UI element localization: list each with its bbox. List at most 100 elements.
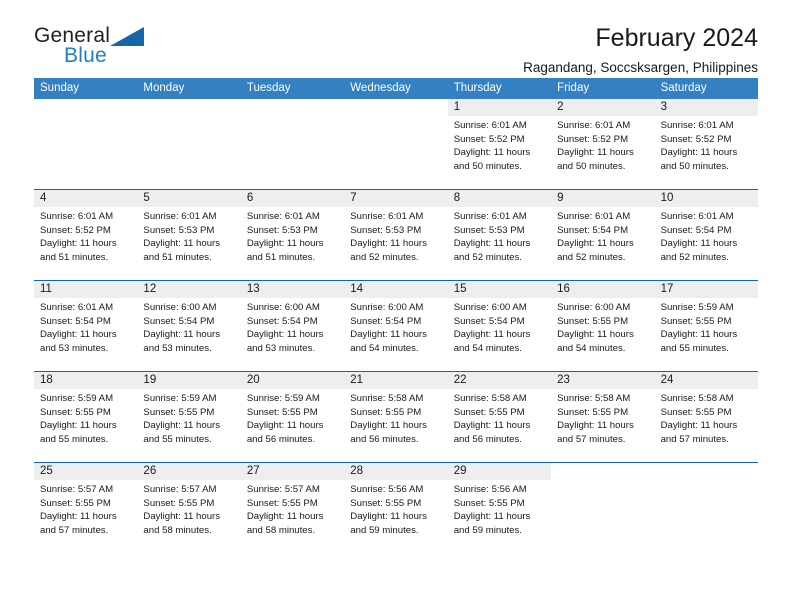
- sunrise-text: Sunrise: 6:01 AM: [246, 211, 320, 222]
- day-sun-info: Sunrise: 6:01 AM Sunset: 5:52 PM Daylight:…: [551, 116, 654, 173]
- day-sun-info: Sunrise: 6:01 AM Sunset: 5:54 PM Daylight:…: [34, 298, 137, 355]
- daylight-text-line1: Daylight: 11 hours: [246, 420, 324, 432]
- day-number: 16: [557, 283, 570, 295]
- sunrise-text: Sunrise: 6:00 AM: [246, 302, 320, 313]
- weekday-saturday: Saturday: [660, 82, 707, 94]
- sunset-text: Sunset: 5:55 PM: [557, 315, 629, 327]
- calendar-day-cell[interactable]: 15 Sunrise: 6:00 AM Sunset: 5:54 PM Dayligh…: [447, 281, 552, 371]
- calendar-day-cell[interactable]: 17 Sunrise: 5:59 AM Sunset: 5:55 PM Dayligh…: [654, 281, 758, 371]
- weekday-sunday: Sunday: [40, 82, 80, 94]
- sunrise-text: Sunrise: 6:00 AM: [143, 302, 217, 313]
- day-number-bar: [137, 99, 240, 116]
- day-number-bar: 6: [240, 190, 345, 207]
- sunset-text: Sunset: 5:55 PM: [40, 406, 111, 418]
- day-number-bar: 4: [34, 190, 138, 207]
- sunset-text: Sunset: 5:53 PM: [143, 224, 215, 236]
- calendar-day-cell[interactable]: 16 Sunrise: 6:00 AM Sunset: 5:55 PM Dayligh…: [551, 281, 655, 371]
- sunset-text: Sunset: 5:55 PM: [660, 406, 732, 418]
- calendar-day-cell[interactable]: 6 Sunrise: 6:01 AM Sunset: 5:53 PM Daylight…: [240, 190, 345, 280]
- calendar-day-cell[interactable]: 8 Sunrise: 6:01 AM Sunset: 5:53 PM Daylight…: [447, 190, 552, 280]
- logo-text-blue: Blue: [64, 44, 107, 67]
- day-sun-info: Sunrise: 5:59 AM Sunset: 5:55 PM Daylight:…: [137, 389, 240, 446]
- daylight-text-line2: and 52 minutes.: [350, 251, 419, 263]
- day-sun-info: Sunrise: 6:00 AM Sunset: 5:54 PM Daylight:…: [137, 298, 240, 355]
- page-subtitle: Ragandang, Soccsksargen, Philippines: [523, 60, 758, 75]
- daylight-text-line1: Daylight: 11 hours: [40, 329, 117, 341]
- calendar-day-cell[interactable]: 2 Sunrise: 6:01 AM Sunset: 5:52 PM Daylight…: [551, 99, 655, 189]
- sunset-text: Sunset: 5:55 PM: [453, 406, 525, 418]
- daylight-text-line1: Daylight: 11 hours: [143, 329, 221, 341]
- weekday-friday: Friday: [557, 82, 590, 94]
- daylight-text-line1: Daylight: 11 hours: [40, 420, 117, 432]
- sunrise-text: Sunrise: 6:01 AM: [453, 120, 527, 131]
- calendar-day-cell[interactable]: 14 Sunrise: 6:00 AM Sunset: 5:54 PM Dayligh…: [344, 281, 448, 371]
- calendar-day-cell[interactable]: 19 Sunrise: 5:59 AM Sunset: 5:55 PM Dayligh…: [137, 372, 241, 462]
- calendar-day-cell[interactable]: 3 Sunrise: 6:01 AM Sunset: 5:52 PM Daylight…: [654, 99, 758, 189]
- day-number-bar: 20: [240, 372, 345, 389]
- sunrise-text: Sunrise: 5:58 AM: [660, 393, 734, 404]
- calendar-day-cell[interactable]: 12 Sunrise: 6:00 AM Sunset: 5:54 PM Dayligh…: [137, 281, 241, 371]
- day-sun-info: Sunrise: 5:56 AM Sunset: 5:55 PM Daylight:…: [448, 480, 551, 537]
- calendar-day-cell[interactable]: 9 Sunrise: 6:01 AM Sunset: 5:54 PM Daylight…: [551, 190, 655, 280]
- calendar-day-cell[interactable]: 20 Sunrise: 5:59 AM Sunset: 5:55 PM Dayligh…: [240, 372, 345, 462]
- page-title: February 2024: [595, 24, 758, 52]
- calendar-day-cell[interactable]: 25 Sunrise: 5:57 AM Sunset: 5:55 PM Dayligh…: [34, 463, 138, 553]
- sunrise-text: Sunrise: 5:58 AM: [350, 393, 424, 404]
- calendar-day-cell[interactable]: 13 Sunrise: 6:00 AM Sunset: 5:54 PM Dayligh…: [240, 281, 345, 371]
- sunset-text: Sunset: 5:55 PM: [143, 406, 215, 418]
- day-number-bar: 11: [34, 281, 138, 298]
- calendar-day-cell[interactable]: 10 Sunrise: 6:01 AM Sunset: 5:54 PM Dayligh…: [654, 190, 758, 280]
- day-number: 4: [40, 192, 47, 204]
- day-sun-info: Sunrise: 5:57 AM Sunset: 5:55 PM Daylight:…: [34, 480, 137, 537]
- sunrise-text: Sunrise: 5:57 AM: [143, 484, 217, 495]
- general-blue-logo[interactable]: General Blue: [34, 22, 164, 74]
- day-number: 25: [40, 465, 53, 477]
- day-number-bar: 22: [447, 372, 552, 389]
- day-number: 26: [143, 465, 157, 477]
- day-number: 8: [453, 192, 461, 204]
- calendar-day-cell[interactable]: 28 Sunrise: 5:56 AM Sunset: 5:55 PM Dayligh…: [344, 463, 448, 553]
- daylight-text-line2: and 54 minutes.: [557, 342, 626, 354]
- calendar-day-cell[interactable]: 22 Sunrise: 5:58 AM Sunset: 5:55 PM Dayligh…: [447, 372, 552, 462]
- daylight-text-line1: Daylight: 11 hours: [143, 420, 221, 432]
- sunrise-text: Sunrise: 5:59 AM: [660, 302, 734, 313]
- day-number: 7: [350, 192, 357, 204]
- day-sun-info: Sunrise: 5:58 AM Sunset: 5:55 PM Daylight:…: [448, 389, 551, 446]
- calendar-day-cell[interactable]: 5 Sunrise: 6:01 AM Sunset: 5:53 PM Daylight…: [137, 190, 241, 280]
- daylight-text-line1: Daylight: 11 hours: [350, 511, 427, 523]
- daylight-text-line1: Daylight: 11 hours: [143, 238, 221, 250]
- day-number-bar: 23: [551, 372, 655, 389]
- day-number: 23: [557, 374, 570, 386]
- day-number-bar: 2: [551, 99, 655, 116]
- day-number: 3: [660, 101, 667, 113]
- daylight-text-line2: and 55 minutes.: [143, 433, 212, 445]
- day-number-bar: 21: [344, 372, 448, 389]
- calendar-day-cell-empty: [34, 99, 137, 189]
- daylight-text-line2: and 55 minutes.: [660, 342, 729, 354]
- calendar-day-cell[interactable]: 18 Sunrise: 5:59 AM Sunset: 5:55 PM Dayligh…: [34, 372, 138, 462]
- calendar-day-cell[interactable]: 21 Sunrise: 5:58 AM Sunset: 5:55 PM Dayligh…: [344, 372, 448, 462]
- calendar-day-cell[interactable]: 1 Sunrise: 6:01 AM Sunset: 5:52 PM Daylight…: [447, 99, 552, 189]
- calendar-day-cell[interactable]: 23 Sunrise: 5:58 AM Sunset: 5:55 PM Dayligh…: [551, 372, 655, 462]
- day-number-bar: 26: [137, 463, 241, 480]
- day-number-bar: [655, 463, 758, 480]
- calendar-day-cell[interactable]: 27 Sunrise: 5:57 AM Sunset: 5:55 PM Dayligh…: [240, 463, 345, 553]
- day-number: 1: [453, 101, 461, 113]
- calendar-day-cell[interactable]: 4 Sunrise: 6:01 AM Sunset: 5:52 PM Daylight…: [34, 190, 138, 280]
- calendar-day-cell[interactable]: 7 Sunrise: 6:01 AM Sunset: 5:53 PM Daylight…: [344, 190, 448, 280]
- daylight-text-line1: Daylight: 11 hours: [453, 511, 531, 523]
- daylight-text-line2: and 50 minutes.: [557, 160, 626, 172]
- calendar-day-cell[interactable]: 24 Sunrise: 5:58 AM Sunset: 5:55 PM Dayligh…: [654, 372, 758, 462]
- calendar-week-row: 25 Sunrise: 5:57 AM Sunset: 5:55 PM Dayligh…: [34, 462, 758, 553]
- calendar-day-cell[interactable]: 26 Sunrise: 5:57 AM Sunset: 5:55 PM Dayligh…: [137, 463, 241, 553]
- daylight-text-line2: and 55 minutes.: [40, 433, 109, 445]
- calendar-day-cell[interactable]: 29 Sunrise: 5:56 AM Sunset: 5:55 PM Dayligh…: [447, 463, 552, 553]
- daylight-text-line2: and 51 minutes.: [246, 251, 316, 263]
- calendar-day-cell[interactable]: 11 Sunrise: 6:01 AM Sunset: 5:54 PM Dayligh…: [34, 281, 138, 371]
- daylight-text-line2: and 51 minutes.: [40, 251, 109, 263]
- daylight-text-line1: Daylight: 11 hours: [246, 511, 324, 523]
- calendar-weeks: 1 Sunrise: 6:01 AM Sunset: 5:52 PM Daylight…: [34, 99, 758, 553]
- calendar-week-row: 11 Sunrise: 6:01 AM Sunset: 5:54 PM Dayligh…: [34, 280, 758, 371]
- day-number-bar: [241, 99, 344, 116]
- day-number-bar: 25: [34, 463, 138, 480]
